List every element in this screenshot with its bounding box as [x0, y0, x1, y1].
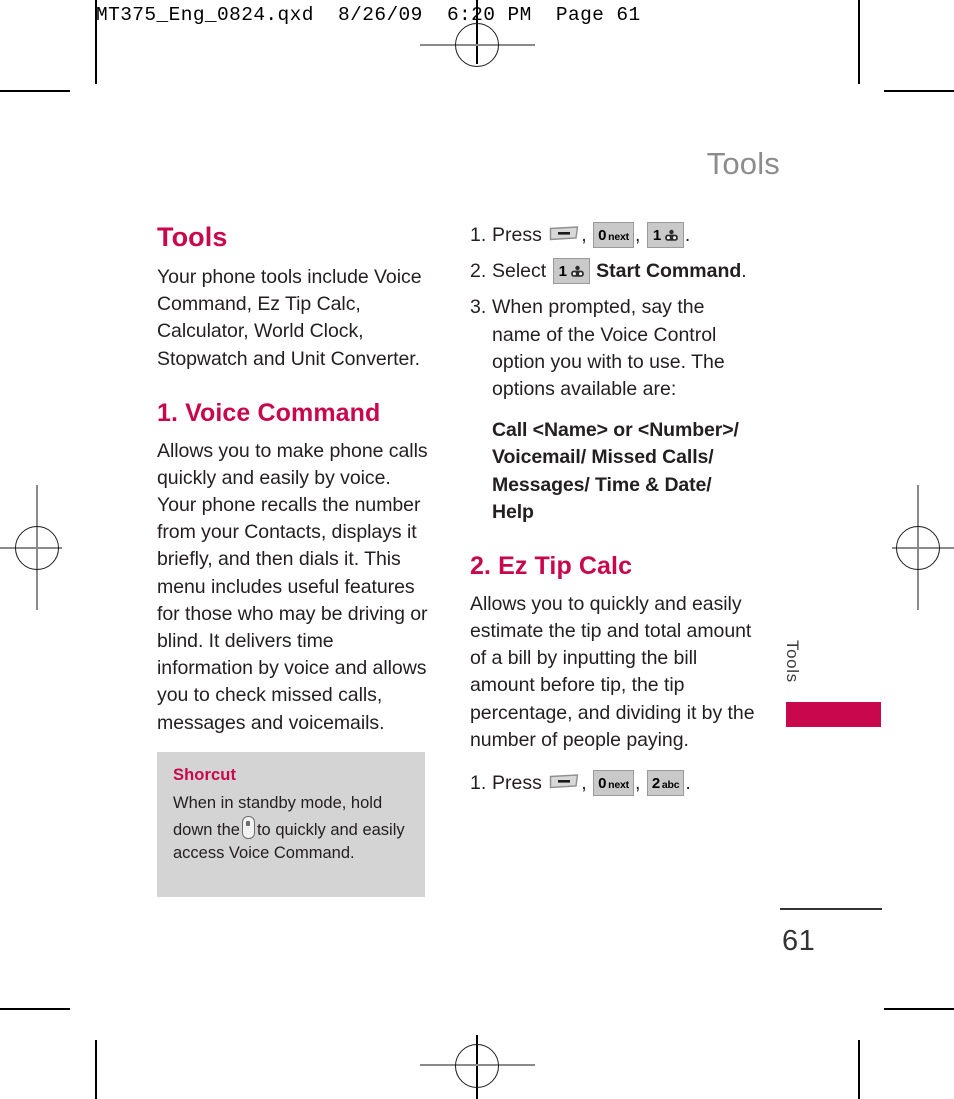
step-number: 3. [470, 296, 487, 319]
step-text: When prompted, say the name of the Voice… [492, 296, 725, 401]
voicemail-icon [664, 227, 679, 241]
shortcut-callout: Shorcut When in standby mode, hold down … [157, 752, 425, 897]
key-2-sublabel: abc [661, 779, 680, 791]
trim-line-right-vertical [858, 0, 860, 50]
key-1-digit: 1 [652, 227, 661, 244]
comma-separator: , [634, 224, 641, 246]
step-number: 1. [470, 224, 487, 246]
right-column: 1. Press , 0 next, 1 . 2. Select 1 Start… [470, 222, 755, 806]
step-number: 1. [470, 772, 487, 794]
step-body: Press , 0 next, 1 . [492, 222, 755, 249]
key-1-voicemail: 1 [552, 258, 590, 284]
page-title: Tools [157, 222, 228, 252]
folio-rule [780, 908, 882, 910]
shortcut-text: When in standby mode, hold down the to qu… [173, 792, 409, 866]
step-body: Press , 0 next, 2 abc. [492, 770, 755, 797]
key-0-digit: 0 [598, 775, 607, 792]
comma-separator: , [634, 772, 641, 794]
shortcut-title: Shorcut [173, 766, 237, 784]
step-item: 3. When prompted, say the name of the Vo… [470, 294, 755, 403]
step-label: Press [492, 772, 542, 794]
crop-mark-top-right-vertical [858, 50, 860, 84]
crop-mark-bottom-left-horizontal [0, 1008, 70, 1010]
key-0-next: 0 next [593, 222, 634, 248]
comma-separator: , [581, 772, 587, 794]
comma-separator: , [581, 224, 587, 246]
soft-key-icon [549, 224, 579, 241]
key-2-digit: 2 [651, 775, 660, 792]
side-key-icon [241, 815, 255, 839]
key-1-voicemail: 1 [646, 222, 684, 248]
soft-key-icon [549, 772, 579, 789]
step-item: 1. Press , 0 next, 1 . [470, 222, 755, 249]
intro-paragraph: Your phone tools include Voice Command, … [157, 266, 422, 370]
key-0-sublabel: next [608, 231, 629, 243]
side-tab-label: Tools [783, 640, 802, 683]
side-tab-bar [786, 702, 881, 727]
page-number: 61 [782, 925, 816, 957]
section-heading-voice-command: 1. Voice Command [157, 398, 381, 427]
step-trailing: . [684, 224, 691, 246]
prepress-slug: MT375_Eng_0824.qxd 8/26/09 6:20 PM Page … [96, 4, 641, 26]
step-trailing: . [741, 260, 747, 283]
registration-mark-right [896, 526, 940, 570]
key-0-next: 0 next [593, 770, 634, 796]
step-trailing: . [685, 772, 691, 794]
step-number: 2. [470, 260, 487, 283]
ez-tip-calc-body: Allows you to quickly and easily estimat… [470, 592, 755, 751]
step-label: Select [492, 260, 547, 283]
voice-command-body: Allows you to make phone calls quickly a… [157, 439, 428, 734]
trim-line-bottom-left-vertical [95, 1040, 97, 1099]
step-item: 1. Press , 0 next, 2 abc. [470, 770, 755, 797]
crop-mark-top-left-horizontal [0, 90, 70, 92]
key-2-abc: 2 abc [646, 770, 685, 796]
running-head: Tools [706, 146, 780, 181]
crop-mark-top-right-horizontal [884, 90, 954, 92]
key-1-digit: 1 [558, 263, 567, 281]
registration-mark-left [15, 526, 59, 570]
registration-mark-top [455, 23, 499, 67]
step-item: 2. Select 1 Start Command. [470, 258, 755, 285]
trim-line-bottom-right-vertical [858, 1040, 860, 1099]
crop-mark-top-left-vertical [95, 50, 97, 84]
voice-control-options: Call <Name> or <Number>/ Voicemail/ Miss… [492, 419, 739, 523]
menu-item-start-command: Start Command [596, 260, 742, 283]
voicemail-icon [570, 263, 585, 278]
registration-mark-bottom [455, 1044, 499, 1088]
left-column: Tools Your phone tools include Voice Com… [157, 222, 432, 753]
section-heading-ez-tip-calc: 2. Ez Tip Calc [470, 552, 633, 581]
step-label: Press [492, 224, 542, 246]
key-0-digit: 0 [598, 227, 607, 244]
step-body: Select 1 Start Command. [492, 258, 755, 285]
key-0-sublabel: next [608, 779, 629, 791]
crop-mark-bottom-right-horizontal [884, 1008, 954, 1010]
